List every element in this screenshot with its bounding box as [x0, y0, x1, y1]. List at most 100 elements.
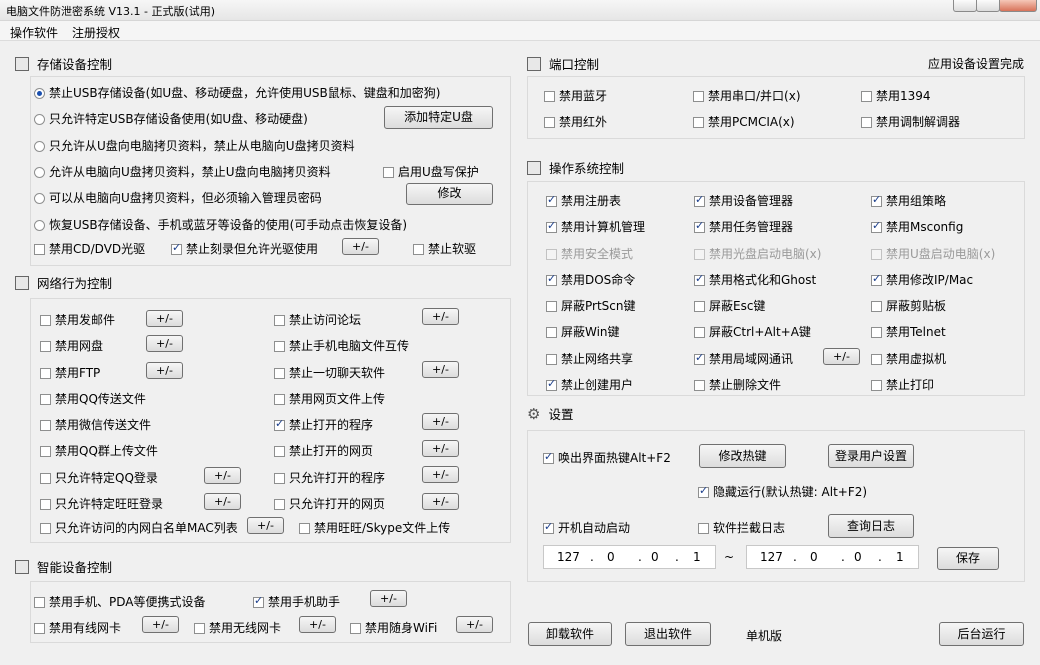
os-item-msconfig[interactable]: 禁用Msconfig [871, 218, 963, 235]
checkbox-box[interactable] [546, 219, 557, 233]
checkbox-box[interactable] [546, 272, 557, 286]
checkbox-box[interactable] [546, 301, 557, 312]
checkbox-box[interactable] [274, 341, 285, 352]
net-item-wechat-file[interactable]: 禁用微信传送文件 [40, 416, 151, 433]
port-item-pcmcia[interactable]: 禁用PCMCIA(x) [693, 113, 795, 130]
net-item-chat[interactable]: 禁止一切聊天软件 [274, 364, 385, 381]
radio-dot[interactable] [34, 141, 45, 152]
net-item-ftp[interactable]: 禁用FTP [40, 364, 100, 381]
checkbox-box[interactable] [40, 420, 51, 431]
checkbox-box[interactable] [194, 623, 205, 634]
os-item-computer-management[interactable]: 禁用计算机管理 [546, 218, 645, 235]
os-item-esc[interactable]: 屏蔽Esc键 [694, 297, 765, 314]
net-item-qq-group[interactable]: 禁用QQ群上传文件 [40, 442, 158, 459]
os-item-device-manager[interactable]: 禁用设备管理器 [694, 192, 793, 209]
checkbox-box[interactable] [274, 315, 285, 326]
net-item-web-upload[interactable]: 禁用网页文件上传 [274, 390, 385, 407]
autostart-checkbox[interactable]: 开机自动启动 [543, 519, 630, 536]
checkbox-box[interactable] [871, 249, 882, 260]
modify-hotkey-button[interactable]: 修改热键 [699, 444, 786, 468]
checkbox-box[interactable] [40, 473, 51, 484]
checkbox-box[interactable] [40, 394, 51, 405]
wireless-nic-pm-button[interactable]: +/- [299, 616, 336, 633]
checkbox-box[interactable] [871, 380, 882, 391]
ip-start-input[interactable]: 127 . 0 . 0 . 1 [543, 545, 716, 569]
ftp-pm-button[interactable]: +/- [146, 362, 183, 379]
radio-pc-to-usb-only[interactable]: 允许从电脑向U盘拷贝资料，禁止U盘向电脑拷贝资料 [34, 163, 331, 180]
smart-item-wired-nic[interactable]: 禁用有线网卡 [34, 619, 121, 636]
smart-item-portable[interactable]: 禁用手机、PDA等便携式设备 [34, 593, 205, 610]
net-item-email[interactable]: 禁用发邮件 [40, 311, 115, 328]
intercept-log-checkbox[interactable]: 软件拦截日志 [698, 519, 785, 536]
checkbox-box[interactable] [871, 272, 882, 286]
port-item-bluetooth[interactable]: 禁用蓝牙 [544, 87, 607, 104]
checkbox-box[interactable] [871, 219, 882, 233]
email-pm-button[interactable]: +/- [146, 310, 183, 327]
os-item-modify-ip[interactable]: 禁用修改IP/Mac [871, 271, 973, 288]
query-log-button[interactable]: 查询日志 [828, 514, 914, 538]
checkbox-box[interactable] [34, 623, 45, 634]
menu-item-operate[interactable]: 操作软件 [10, 24, 58, 41]
os-item-telnet[interactable]: 禁用Telnet [871, 323, 946, 340]
port-item-serial[interactable]: 禁用串口/并口(x) [693, 87, 801, 104]
checkbox-box[interactable] [40, 523, 51, 534]
radio-dot[interactable] [34, 167, 45, 178]
checkbox-box[interactable] [40, 368, 51, 379]
net-item-allow-programs[interactable]: 只允许打开的程序 [274, 469, 385, 486]
checkbox-box[interactable] [694, 219, 705, 233]
checkbox-box[interactable] [40, 341, 51, 352]
disable-floppy-checkbox[interactable]: 禁止软驱 [413, 240, 476, 257]
netdisk-pm-button[interactable]: +/- [146, 335, 183, 352]
checkbox-box[interactable] [871, 354, 882, 365]
os-item-clipboard[interactable]: 屏蔽剪贴板 [871, 297, 946, 314]
os-item-vm[interactable]: 禁用虚拟机 [871, 350, 946, 367]
checkbox-box[interactable] [253, 594, 264, 608]
checkbox-box[interactable] [40, 315, 51, 326]
checkbox-box[interactable] [694, 272, 705, 286]
allow-wangwang-pm-button[interactable]: +/- [204, 493, 241, 510]
checkbox-box[interactable] [546, 249, 557, 260]
checkbox-box[interactable] [413, 244, 424, 255]
hotkey-checkbox[interactable]: 唤出界面热键Alt+F2 [543, 449, 671, 466]
os-item-network-share[interactable]: 禁止网络共享 [546, 350, 633, 367]
checkbox-box[interactable] [544, 91, 555, 102]
net-item-allow-qq[interactable]: 只允许特定QQ登录 [40, 469, 158, 486]
net-item-allow-wangwang[interactable]: 只允许特定旺旺登录 [40, 495, 163, 512]
os-item-task-manager[interactable]: 禁用任务管理器 [694, 218, 793, 235]
net-item-qq-file[interactable]: 禁用QQ传送文件 [40, 390, 146, 407]
os-item-lan-comm[interactable]: 禁用局域网通讯 [694, 350, 793, 367]
allow-programs-pm-button[interactable]: +/- [422, 466, 459, 483]
checkbox-box[interactable] [693, 117, 704, 128]
allow-qq-pm-button[interactable]: +/- [204, 467, 241, 484]
wired-nic-pm-button[interactable]: +/- [142, 616, 179, 633]
os-item-create-user[interactable]: 禁止创建用户 [546, 376, 633, 393]
add-specific-usb-button[interactable]: 添加特定U盘 [384, 106, 493, 129]
os-item-registry[interactable]: 禁用注册表 [546, 192, 621, 209]
login-user-settings-button[interactable]: 登录用户设置 [828, 444, 914, 468]
phone-assistant-pm-button[interactable]: +/- [370, 590, 407, 607]
block-web-pm-button[interactable]: +/- [422, 440, 459, 457]
checkbox-box[interactable] [546, 193, 557, 207]
checkbox-box[interactable] [350, 623, 361, 634]
os-item-format-ghost[interactable]: 禁用格式化和Ghost [694, 271, 816, 288]
checkbox-box[interactable] [274, 368, 285, 379]
radio-dot[interactable] [34, 193, 45, 204]
port-item-1394[interactable]: 禁用1394 [861, 87, 931, 104]
net-item-phone-transfer[interactable]: 禁止手机电脑文件互传 [274, 337, 409, 354]
net-item-block-web[interactable]: 禁止打开的网页 [274, 442, 373, 459]
os-item-delete-file[interactable]: 禁止删除文件 [694, 376, 781, 393]
minimize-button[interactable] [953, 0, 977, 12]
checkbox-box[interactable] [34, 244, 45, 255]
checkbox-box[interactable] [546, 377, 557, 391]
checkbox-box[interactable] [274, 499, 285, 510]
maximize-button[interactable] [976, 0, 1000, 12]
os-item-ctrl-alt-a[interactable]: 屏蔽Ctrl+Alt+A键 [694, 323, 811, 340]
disable-burn-checkbox[interactable]: 禁止刻录但允许光驱使用 [171, 240, 318, 257]
checkbox-box[interactable] [694, 327, 705, 338]
os-item-group-policy[interactable]: 禁用组策略 [871, 192, 946, 209]
os-item-print[interactable]: 禁止打印 [871, 376, 934, 393]
checkbox-box[interactable] [171, 241, 182, 255]
allow-web-pm-button[interactable]: +/- [422, 493, 459, 510]
radio-admin-password[interactable]: 可以从电脑向U盘拷贝资料，但必须输入管理员密码 [34, 189, 322, 206]
disable-cd-checkbox[interactable]: 禁用CD/DVD光驱 [34, 240, 145, 257]
